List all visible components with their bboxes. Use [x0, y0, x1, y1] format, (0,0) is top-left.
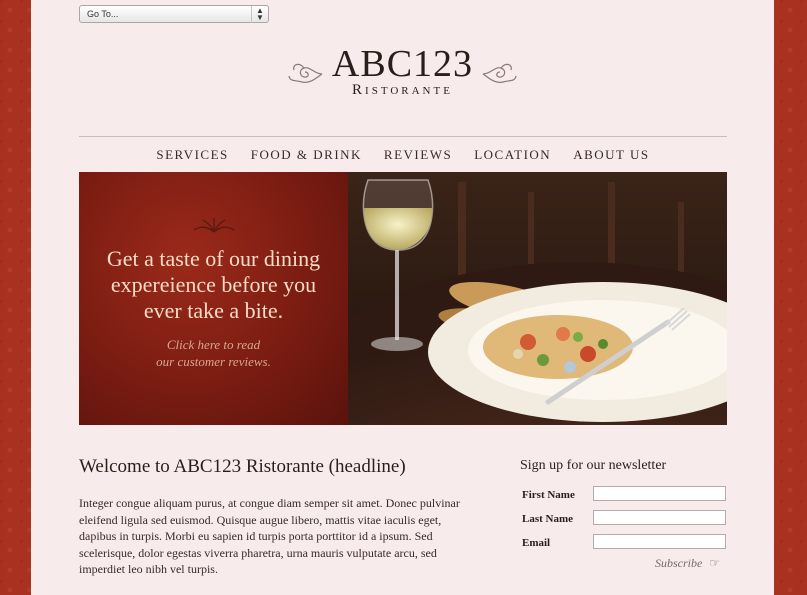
- ornament-icon: [79, 216, 348, 239]
- newsletter-title: Sign up for our newsletter: [520, 458, 667, 473]
- goto-select[interactable]: Go To... ▲ ▼: [79, 5, 269, 23]
- hero-promo-panel[interactable]: Get a taste of our dining expereience be…: [79, 172, 348, 425]
- email-label: Email: [522, 537, 551, 549]
- hero-reviews-link[interactable]: Click here to read our customer reviews.: [79, 336, 348, 370]
- hero-cta-line: Click here to read: [166, 337, 261, 352]
- first-name-field[interactable]: [593, 486, 726, 501]
- page-headline: Welcome to ABC123 Ristorante (headline): [79, 456, 406, 477]
- nav-item-about-us[interactable]: ABOUT US: [573, 147, 649, 163]
- nav-item-services[interactable]: SERVICES: [156, 147, 228, 163]
- hero-title: Get a taste of our dining expereience be…: [79, 246, 348, 324]
- hero-title-line: expereience before you: [110, 272, 317, 297]
- logo-sub-text: Ristorante: [352, 82, 453, 98]
- hero-banner: Get a taste of our dining expereience be…: [79, 172, 727, 425]
- nav-item-reviews[interactable]: REVIEWS: [384, 147, 452, 163]
- page-container: Go To... ▲ ▼ ABC123 Ristorante SERVICES F…: [31, 0, 774, 595]
- hero-cta-line: our customer reviews.: [156, 354, 271, 369]
- last-name-label: Last Name: [522, 513, 574, 525]
- logo-main-text: ABC123: [331, 43, 474, 85]
- select-arrows-icon: ▲ ▼: [251, 6, 268, 23]
- subscribe-label: Subscribe: [655, 556, 703, 570]
- intro-paragraph: Integer congue aliquam purus, at congue …: [79, 496, 460, 576]
- hero-title-line: Get a taste of our dining: [106, 246, 321, 271]
- hero-food-image: [348, 172, 727, 425]
- nav-item-location[interactable]: LOCATION: [474, 147, 551, 163]
- main-nav: SERVICES FOOD & DRINK REVIEWS LOCATION A…: [79, 146, 727, 164]
- first-name-label: First Name: [522, 489, 575, 501]
- last-name-field[interactable]: [593, 510, 726, 525]
- header-divider: [79, 136, 727, 137]
- pointing-hand-icon: ☞: [709, 556, 721, 570]
- email-field[interactable]: [593, 534, 726, 549]
- hero-title-line: ever take a bite.: [143, 298, 284, 323]
- logo[interactable]: ABC123 Ristorante: [31, 44, 774, 99]
- nav-item-food-drink[interactable]: FOOD & DRINK: [251, 147, 362, 163]
- goto-select-value: Go To...: [87, 9, 119, 19]
- subscribe-button[interactable]: Subscribe ☞: [655, 556, 720, 571]
